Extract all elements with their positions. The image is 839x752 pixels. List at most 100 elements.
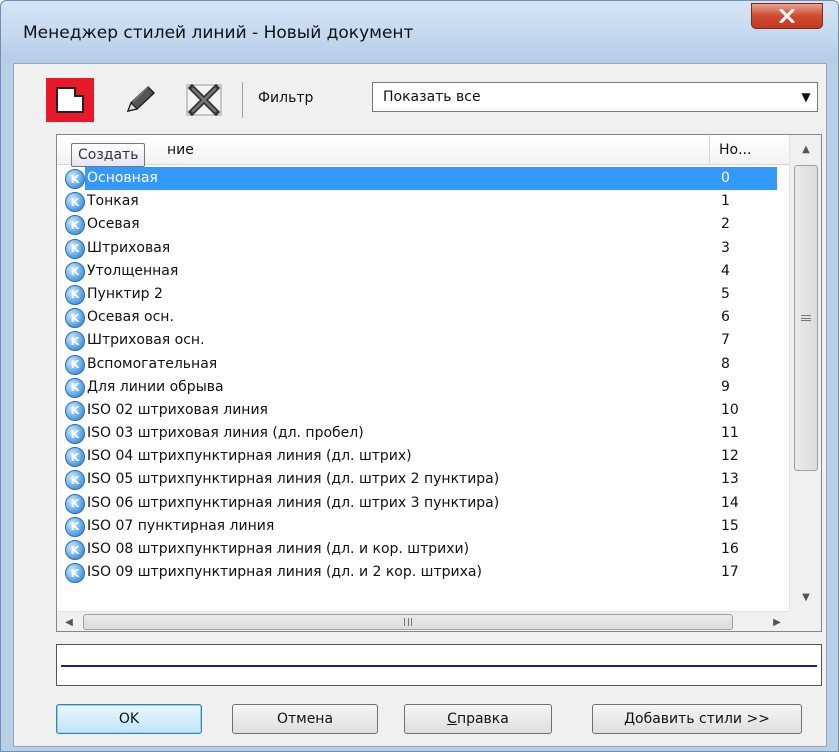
close-icon — [779, 9, 795, 23]
grip-icon — [801, 315, 811, 321]
dialog-body: Фильтр Показать все ▼ ние Но... Создать … — [13, 63, 827, 747]
selection-highlight — [85, 167, 777, 191]
style-number: 8 — [721, 355, 730, 372]
style-name: Вспомогательная — [87, 355, 218, 372]
style-name: ISO 04 штрихпунктирная линия (дл. штрих) — [87, 448, 412, 465]
style-name: Осевая — [87, 216, 140, 233]
style-number: 9 — [721, 378, 730, 395]
style-number: 17 — [721, 564, 739, 581]
cancel-button[interactable]: Отмена — [232, 704, 378, 734]
style-name: Тонкая — [87, 193, 139, 210]
line-style-icon: K — [65, 470, 85, 491]
delete-style-button[interactable] — [180, 78, 228, 122]
column-divider[interactable] — [709, 135, 710, 165]
line-style-icon: K — [65, 192, 85, 213]
list-header: ние Но... — [57, 135, 789, 165]
style-number: 0 — [721, 170, 730, 186]
list-item[interactable]: K ISO 02 штриховая линия 10 — [57, 399, 789, 422]
list-item[interactable]: K Штриховая 3 — [57, 237, 789, 260]
list-item[interactable]: K ISO 07 пунктирная линия 15 — [57, 515, 789, 538]
style-number: 12 — [721, 448, 739, 465]
style-name: ISO 09 штрихпунктирная линия (дл. и 2 ко… — [87, 564, 482, 581]
line-style-icon: K — [65, 516, 85, 537]
column-header-number[interactable]: Но... — [719, 142, 751, 158]
style-number: 14 — [721, 494, 739, 511]
style-name: Для линии обрыва — [87, 378, 224, 395]
list-item[interactable]: K Пунктир 2 5 — [57, 283, 789, 306]
vertical-scroll-thumb[interactable] — [794, 165, 818, 471]
style-name: ISO 07 пунктирная линия — [87, 517, 275, 534]
chevron-down-icon[interactable]: ▼ — [795, 83, 817, 111]
horizontal-scroll-thumb[interactable] — [83, 614, 733, 630]
style-number: 7 — [721, 332, 730, 349]
list-item[interactable]: K Вспомогательная 8 — [57, 353, 789, 376]
line-style-icon: K — [65, 377, 85, 398]
line-style-icon: K — [65, 169, 85, 189]
style-name: Утолщенная — [87, 262, 179, 279]
line-style-icon: K — [65, 563, 85, 584]
line-preview — [56, 644, 822, 686]
style-number: 13 — [721, 471, 739, 488]
list-item[interactable]: K Осевая 2 — [57, 213, 789, 236]
help-button[interactable]: Справка — [404, 704, 552, 734]
list-item[interactable]: K Для линии обрыва 9 — [57, 376, 789, 399]
list-item[interactable]: K ISO 05 штрихпунктирная линия (дл. штрих… — [57, 468, 789, 491]
pencil-icon — [126, 85, 156, 113]
line-styles-list[interactable]: ние Но... Создать K Основная 0 K Тонкая 1 K Осе… — [56, 134, 822, 632]
line-style-icon: K — [65, 238, 85, 259]
preview-line-sample — [61, 665, 817, 667]
style-number: 1 — [721, 193, 730, 210]
style-name: ISO 02 штриховая линия — [87, 401, 268, 418]
style-name: Основная — [87, 170, 158, 186]
list-item[interactable]: K Утолщенная 4 — [57, 260, 789, 283]
horizontal-scrollbar[interactable]: ◀ ▶ — [57, 611, 789, 631]
grip-icon — [404, 618, 412, 626]
delete-x-icon — [186, 83, 222, 117]
line-style-icon: K — [65, 447, 85, 468]
scroll-left-arrow-icon[interactable]: ◀ — [57, 612, 81, 631]
style-number: 5 — [721, 285, 730, 302]
style-name: ISO 08 штрихпунктирная линия (дл. и кор.… — [87, 541, 470, 557]
window-title: Менеджер стилей линий - Новый документ — [23, 23, 414, 43]
filter-selected-value: Показать все — [383, 89, 481, 105]
new-document-icon — [56, 87, 84, 113]
list-item[interactable]: K ISO 08 штрихпунктирная линия (дл. и кор… — [57, 538, 789, 561]
ok-button[interactable]: OK — [56, 704, 202, 734]
style-number: 10 — [721, 401, 739, 418]
scrollbar-corner — [789, 611, 821, 631]
list-item[interactable]: K ISO 03 штриховая линия (дл. пробел) 11 — [57, 422, 789, 445]
line-style-icon: K — [65, 261, 85, 282]
help-accelerator: С — [447, 711, 457, 727]
edit-style-button[interactable] — [116, 78, 164, 122]
list-item[interactable]: K ISO 06 штрихпунктирная линия (дл. штрих… — [57, 492, 789, 515]
style-number: 16 — [721, 541, 739, 557]
add-styles-button[interactable]: Добавить стили >> — [592, 704, 802, 734]
line-style-icon: K — [65, 424, 85, 445]
style-name: Осевая осн. — [87, 309, 174, 326]
scroll-right-arrow-icon[interactable]: ▶ — [765, 612, 789, 631]
close-button[interactable] — [751, 3, 823, 29]
new-style-button[interactable] — [46, 78, 94, 122]
list-item[interactable]: K Тонкая 1 — [57, 190, 789, 213]
filter-dropdown[interactable]: Показать все ▼ — [372, 82, 818, 112]
list-item[interactable]: K Основная 0 — [57, 167, 789, 191]
vertical-scrollbar[interactable]: ▲ ▼ — [789, 135, 821, 611]
filter-label: Фильтр — [258, 90, 314, 106]
line-style-icon: K — [65, 284, 85, 305]
line-style-icon: K — [65, 540, 85, 560]
new-tooltip: Создать — [71, 143, 146, 167]
list-item[interactable]: K ISO 04 штрихпунктирная линия (дл. штрих… — [57, 445, 789, 468]
style-name: ISO 06 штрихпунктирная линия (дл. штрих … — [87, 494, 500, 511]
list-item[interactable]: K Осевая осн. 6 — [57, 306, 789, 329]
line-style-icon: K — [65, 215, 85, 236]
list-item[interactable]: K Штриховая осн. 7 — [57, 329, 789, 352]
scroll-up-arrow-icon[interactable]: ▲ — [790, 135, 821, 163]
scroll-down-arrow-icon[interactable]: ▼ — [790, 583, 821, 611]
help-label: правка — [456, 711, 509, 727]
style-name: Пунктир 2 — [87, 285, 163, 302]
column-header-name[interactable]: ние — [167, 142, 194, 158]
line-style-manager-window: Менеджер стилей линий - Новый документ Ф… — [0, 0, 839, 752]
style-number: 11 — [721, 425, 739, 442]
list-item[interactable]: K ISO 09 штрихпунктирная линия (дл. и 2 к… — [57, 561, 789, 584]
title-bar[interactable]: Менеджер стилей линий - Новый документ — [1, 1, 838, 63]
